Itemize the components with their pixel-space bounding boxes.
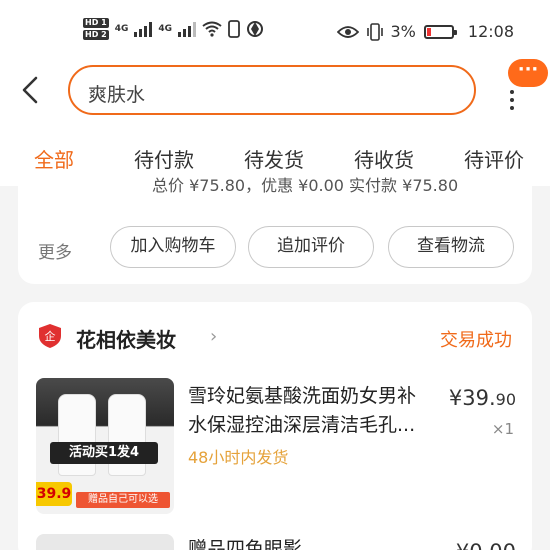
order-card: 企 花相依美妆 › 交易成功 活动买1发4 39.9 赠品自己可以选 雪玲妃氨基… [18, 302, 532, 550]
thumb-promo-text: 活动买1发4 [50, 442, 158, 464]
back-arrow-icon[interactable] [18, 74, 46, 106]
product-price: ¥0.00 [456, 540, 516, 550]
message-badge[interactable]: ··· [508, 59, 548, 87]
search-header: 爽肤水 ··· [0, 59, 550, 118]
more-link[interactable]: 更多 [38, 238, 72, 263]
order-status: 交易成功 [440, 330, 512, 351]
wifi-icon [202, 21, 222, 37]
order-card: 总价 ¥75.80，优惠 ¥0.00 实付款 ¥75.80 更多 加入购物车 追… [18, 170, 532, 284]
more-options-icon[interactable] [510, 88, 516, 110]
signal-indicators: HD 1 HD 2 4G 4G [83, 18, 264, 40]
tab-pending-payment[interactable]: 待付款 [134, 144, 194, 173]
shop-name[interactable]: 花相依美妆 [76, 324, 176, 353]
thumb-price-tag: 39.9 [36, 482, 72, 506]
hd-icons: HD 1 HD 2 [83, 18, 109, 40]
status-bar: HD 1 HD 2 4G 4G 3% 12:08 [0, 0, 550, 62]
tab-all[interactable]: 全部 [34, 144, 74, 173]
add-to-cart-button[interactable]: 加入购物车 [110, 226, 236, 268]
add-review-button[interactable]: 追加评价 [248, 226, 374, 268]
vibrate-icon [366, 22, 383, 41]
battery-percent: 3% [390, 22, 416, 41]
product-price: ¥39.90 [448, 386, 516, 410]
status-right: 3% 12:08 [336, 22, 514, 41]
view-logistics-button[interactable]: 查看物流 [388, 226, 514, 268]
product-quantity: ×1 [491, 420, 514, 438]
delivery-promise: 48小时内发货 [188, 448, 289, 467]
tab-pending-shipment[interactable]: 待发货 [244, 144, 304, 173]
tab-pending-review[interactable]: 待评价 [464, 144, 524, 173]
signal-bars-icon [134, 21, 153, 37]
product-title[interactable]: 赠品四色眼影 [188, 534, 302, 550]
network-type-2: 4G [158, 24, 172, 34]
battery-icon [423, 24, 457, 39]
thumb-gift-text: 赠品自己可以选 [76, 492, 170, 508]
search-input[interactable]: 爽肤水 [68, 65, 476, 115]
network-type-1: 4G [114, 24, 129, 34]
tab-pending-receipt[interactable]: 待收货 [354, 144, 414, 173]
eye-comfort-icon [336, 25, 359, 38]
product-thumbnail[interactable]: 活动买1发4 39.9 赠品自己可以选 [36, 378, 174, 514]
sim-card-icon [228, 20, 240, 38]
shop-badge-icon: 企 [39, 324, 61, 348]
signal-bars-icon [178, 21, 196, 37]
hd2-icon: HD 2 [83, 30, 109, 40]
hd1-icon: HD 1 [83, 18, 109, 28]
chevron-right-icon[interactable]: › [210, 326, 217, 347]
search-query: 爽肤水 [88, 84, 146, 106]
clock: 12:08 [467, 22, 514, 41]
sync-icon [247, 21, 263, 37]
product-title[interactable]: 雪玲妃氨基酸洗面奶女男补 水保湿控油深层清洁毛孔... [188, 382, 440, 440]
product-thumbnail[interactable] [36, 534, 174, 550]
order-total-text: 总价 ¥75.80，优惠 ¥0.00 实付款 ¥75.80 [152, 176, 459, 195]
svg-text:企: 企 [45, 329, 56, 343]
